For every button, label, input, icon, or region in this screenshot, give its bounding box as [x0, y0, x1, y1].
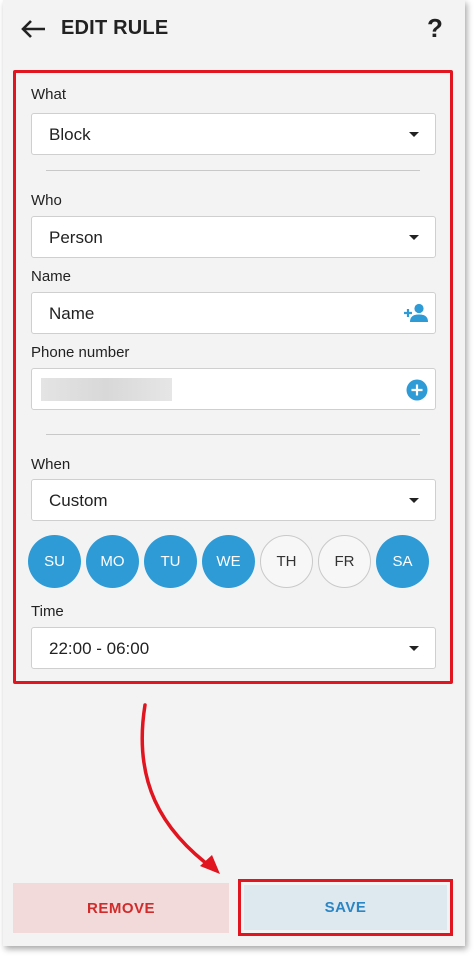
remove-button[interactable]: REMOVE — [13, 883, 229, 933]
save-highlight-annotation: SAVE — [238, 879, 453, 936]
page-title: EDIT RULE — [61, 17, 169, 39]
app-screen: EDIT RULE ? What Block Who Person Name N… — [3, 0, 465, 946]
form-highlight-annotation — [13, 70, 453, 684]
top-bar: EDIT RULE ? — [3, 0, 465, 62]
help-icon[interactable]: ? — [427, 13, 443, 44]
save-button[interactable]: SAVE — [244, 885, 447, 930]
back-arrow-icon[interactable] — [19, 16, 49, 42]
